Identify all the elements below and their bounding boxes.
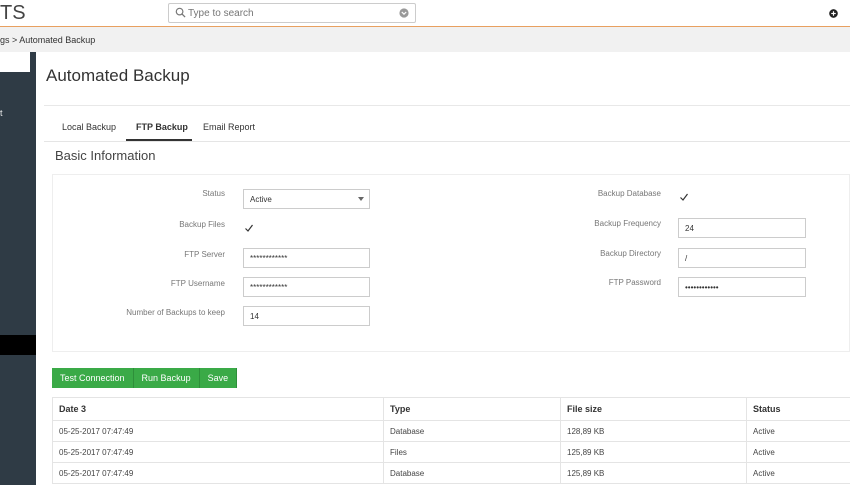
app-logo[interactable]: TS [0, 2, 26, 25]
cell-type: Database [383, 462, 561, 484]
divider [44, 141, 850, 142]
num-backups-field[interactable]: 14 [243, 306, 370, 326]
save-button[interactable]: Save [199, 368, 238, 388]
ftp-username-field[interactable]: ************ [243, 277, 370, 297]
sidebar-search-field[interactable] [0, 52, 30, 72]
backup-directory-field[interactable]: / [678, 248, 806, 268]
ftp-password-field[interactable]: •••••••••••• [678, 277, 806, 297]
cell-status: Active [746, 441, 850, 463]
basic-information-form: Status Active Backup Files FTP Server **… [52, 174, 850, 352]
backup-directory-label: Backup Directory [600, 249, 661, 258]
tab-ftp-backup[interactable]: FTP Backup [136, 122, 188, 132]
section-title: Basic Information [55, 148, 156, 163]
cell-file-size: 128,89 KB [560, 420, 747, 442]
backup-files-checkbox[interactable] [244, 223, 254, 233]
divider [44, 105, 850, 106]
sidebar-item-active[interactable] [0, 335, 36, 355]
search-box[interactable] [168, 3, 416, 23]
breadcrumb[interactable]: gs > Automated Backup [0, 35, 95, 45]
cell-date: 05-25-2017 07:47:49 [52, 441, 384, 463]
cell-date: 05-25-2017 07:47:49 [52, 462, 384, 484]
status-label: Status [202, 189, 225, 198]
backup-frequency-label: Backup Frequency [594, 219, 661, 228]
column-header-file-size[interactable]: File size [560, 397, 747, 421]
tab-email-report[interactable]: Email Report [203, 122, 255, 132]
tab-local-backup[interactable]: Local Backup [62, 122, 116, 132]
backup-frequency-field[interactable]: 24 [678, 218, 806, 238]
backup-files-label: Backup Files [179, 220, 225, 229]
run-backup-button[interactable]: Run Backup [133, 368, 200, 388]
top-bar: TS [0, 0, 850, 27]
table-row[interactable]: 05-25-2017 07:47:49 Files 125,89 KB Acti… [52, 441, 850, 463]
column-header-type[interactable]: Type [383, 397, 561, 421]
breadcrumb-bar: gs > Automated Backup [0, 27, 850, 52]
search-input[interactable] [188, 5, 388, 21]
chevron-down-icon[interactable] [399, 8, 409, 18]
cell-file-size: 125,89 KB [560, 462, 747, 484]
sidebar-item-label[interactable]: t [0, 108, 3, 118]
column-header-date[interactable]: Date 3 [52, 397, 384, 421]
column-header-status[interactable]: Status [746, 397, 850, 421]
ftp-password-label: FTP Password [608, 278, 661, 287]
page-title: Automated Backup [46, 66, 190, 85]
table-row[interactable]: 05-25-2017 07:47:49 Database 128,89 KB A… [52, 420, 850, 442]
backup-database-label: Backup Database [597, 189, 661, 198]
ftp-server-label: FTP Server [184, 250, 225, 259]
ftp-username-label: FTP Username [170, 279, 225, 288]
search-icon [175, 7, 186, 18]
status-select-value: Active [250, 195, 272, 204]
test-connection-button[interactable]: Test Connection [52, 368, 134, 388]
cell-file-size: 125,89 KB [560, 441, 747, 463]
cell-type: Database [383, 420, 561, 442]
cell-date: 05-25-2017 07:47:49 [52, 420, 384, 442]
caret-down-icon [358, 197, 364, 201]
ftp-server-field[interactable]: ************ [243, 248, 370, 268]
backup-database-checkbox[interactable] [679, 192, 689, 202]
cell-status: Active [746, 420, 850, 442]
action-buttons: Test Connection Run Backup Save [52, 368, 238, 388]
cell-status: Active [746, 462, 850, 484]
add-icon[interactable] [829, 9, 838, 18]
main-content: Automated Backup Local Backup FTP Backup… [36, 52, 850, 485]
backup-history-table: Date 3 Type File size Status 05-25-2017 … [52, 397, 850, 484]
num-backups-label: Number of Backups to keep [126, 308, 225, 317]
table-row[interactable]: 05-25-2017 07:47:49 Database 125,89 KB A… [52, 462, 850, 484]
sidebar: t [0, 52, 36, 485]
cell-type: Files [383, 441, 561, 463]
status-select[interactable]: Active [243, 189, 370, 209]
table-header-row: Date 3 Type File size Status [52, 397, 850, 421]
